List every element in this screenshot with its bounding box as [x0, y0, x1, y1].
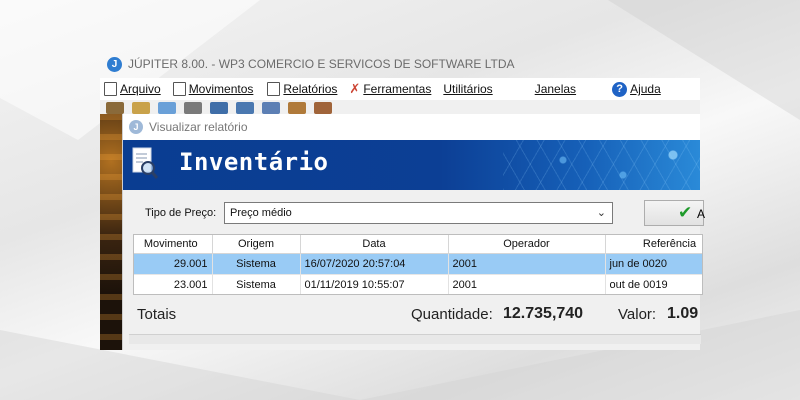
apply-button-label: A — [697, 207, 706, 221]
report-title: Inventário — [179, 148, 329, 176]
app-title-bar: J JÚPITER 8.00. - WP3 COMERCIO E SERVICO… — [107, 54, 515, 74]
report-search-icon — [132, 147, 159, 179]
column-header-origem[interactable]: Origem — [212, 235, 301, 254]
folder-icon[interactable] — [314, 102, 332, 114]
menu-utilitarios-label: Utilitários — [443, 82, 493, 96]
barcode-icon[interactable] — [184, 102, 202, 114]
globe-icon[interactable] — [158, 102, 176, 114]
cell-data: 16/07/2020 20:57:04 — [300, 253, 449, 275]
toolbar — [100, 100, 700, 114]
menu-ferramentas-label: Ferramentas — [363, 82, 432, 96]
document-icon — [104, 82, 117, 96]
totals-bar: Totais Quantidade: 12.735,740 Valor: 1.0… — [123, 302, 701, 328]
price-type-select[interactable]: Preço médio ⌄ — [224, 202, 613, 224]
menu-movimentos[interactable]: Movimentos — [169, 82, 258, 96]
table-header-row: Movimento Origem Data Operador Referênci… — [134, 235, 702, 254]
cell-origem: Sistema — [212, 274, 301, 294]
menu-ajuda[interactable]: ? Ajuda — [608, 81, 665, 97]
report-window-title: Visualizar relatório — [149, 120, 248, 134]
report-window-titlebar: J Visualizar relatório — [123, 114, 700, 140]
menu-ajuda-label: Ajuda — [630, 82, 661, 96]
report-banner: Inventário — [123, 140, 700, 190]
menu-relatorios-label: Relatórios — [283, 82, 338, 96]
hex-pattern-decoration — [503, 140, 700, 190]
menu-janelas[interactable]: Janelas — [531, 82, 580, 96]
table-row[interactable]: 29.001 Sistema 16/07/2020 20:57:04 2001 … — [134, 253, 702, 275]
cell-movimento: 23.001 — [134, 274, 213, 294]
monitor-icon[interactable] — [262, 102, 280, 114]
chevron-down-icon: ⌄ — [596, 207, 606, 219]
report-icon — [267, 82, 281, 96]
app-logo-icon: J — [107, 56, 122, 72]
cell-data: 01/11/2019 10:55:07 — [300, 274, 449, 294]
screen-icon[interactable] — [210, 102, 228, 114]
cell-referencia: jun de 0020 — [605, 253, 702, 275]
column-header-data[interactable]: Data — [300, 235, 449, 254]
column-header-operador[interactable]: Operador — [448, 235, 606, 254]
column-header-movimento[interactable]: Movimento — [134, 235, 213, 254]
quantity-label: Quantidade: — [411, 306, 493, 323]
cell-origem: Sistema — [212, 253, 301, 275]
app-logo-icon: J — [129, 120, 143, 134]
report-window: J Visualizar relatório Inventário Tipo d… — [122, 114, 706, 350]
cell-operador: 2001 — [448, 253, 606, 275]
menu-arquivo-label: Arquivo — [120, 82, 161, 96]
check-icon: ✔ — [678, 203, 693, 222]
price-type-value: Preço médio — [230, 207, 292, 219]
menu-utilitarios[interactable]: Utilitários — [439, 82, 496, 96]
desktop-wallpaper-strip — [100, 114, 122, 350]
cell-operador: 2001 — [448, 274, 606, 294]
cell-referencia: out de 0019 — [605, 274, 702, 294]
table-row[interactable]: 23.001 Sistema 01/11/2019 10:55:07 2001 … — [134, 274, 702, 294]
filter-row: Tipo de Preço: Preço médio ⌄ ✔ A — [123, 200, 706, 226]
cell-movimento: 29.001 — [134, 253, 213, 275]
document-icon — [172, 82, 186, 96]
menu-relatorios[interactable]: Relatórios — [263, 82, 341, 96]
calculator-icon[interactable] — [236, 102, 254, 114]
menu-arquivo[interactable]: Arquivo — [100, 82, 165, 96]
cashier-icon[interactable] — [106, 102, 124, 114]
menu-janelas-label: Janelas — [534, 82, 577, 96]
value-total: 1.09 — [667, 305, 699, 322]
help-icon: ? — [612, 81, 628, 97]
column-header-referencia[interactable]: Referência — [605, 235, 702, 254]
menu-bar: Arquivo Movimentos Relatórios ✗ Ferramen… — [100, 78, 700, 100]
menu-movimentos-label: Movimentos — [188, 82, 254, 96]
menu-ferramentas[interactable]: ✗ Ferramentas — [345, 81, 435, 97]
quantity-value: 12.735,740 — [503, 305, 584, 322]
app-title: JÚPITER 8.00. - WP3 COMERCIO E SERVICOS … — [128, 57, 515, 71]
apply-button[interactable]: ✔ A — [644, 200, 706, 226]
horizontal-scrollbar[interactable] — [129, 334, 701, 344]
box-icon[interactable] — [288, 102, 306, 114]
movements-table: Movimento Origem Data Operador Referênci… — [133, 234, 703, 295]
tools-icon: ✗ — [349, 81, 361, 96]
totals-label: Totais — [137, 306, 177, 323]
keys-icon[interactable] — [132, 102, 150, 114]
price-type-label: Tipo de Preço: — [145, 207, 217, 219]
value-label: Valor: — [618, 306, 657, 323]
